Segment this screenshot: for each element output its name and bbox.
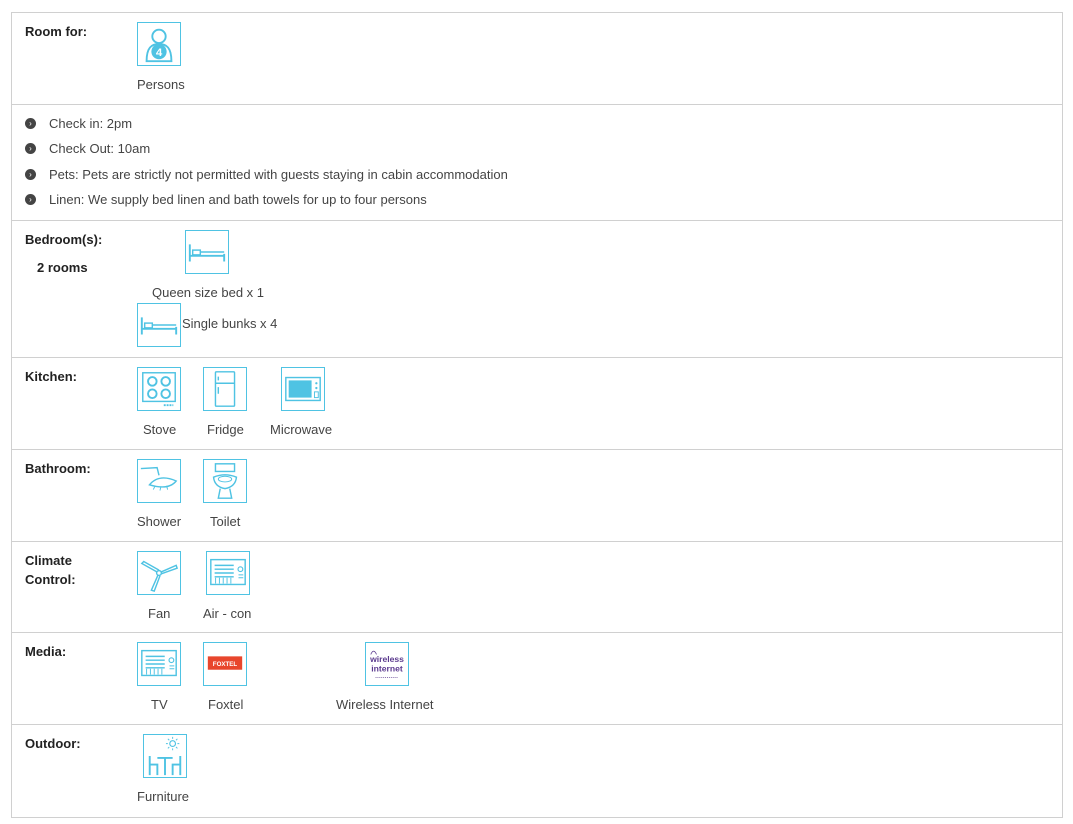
wireless-logo-line2: internet (371, 664, 403, 674)
fridge-caption: Fridge (207, 422, 244, 437)
room-for-label: Room for: (25, 24, 88, 39)
chevron-right-icon: › (25, 143, 36, 155)
climate-label-line2: Control: (25, 572, 76, 587)
person-icon: 4 (137, 22, 181, 66)
persons-caption: Persons (137, 77, 185, 92)
wireless-logo-line1: wireless (369, 654, 404, 664)
pets-text: Pets: Pets are strictly not permitted wi… (49, 167, 508, 182)
rooms-count: 2 rooms (37, 260, 88, 275)
bunk-bed-caption: Single bunks x 4 (182, 316, 278, 331)
microwave-caption: Microwave (270, 422, 333, 437)
bedrooms-label: Bedroom(s): (25, 232, 103, 247)
chevron-right-icon: › (25, 194, 36, 206)
person-count: 4 (156, 47, 163, 59)
stove-caption: Stove (143, 422, 177, 437)
toilet-icon (203, 459, 247, 503)
outdoor-row: Outdoor: Furniture (12, 725, 1062, 817)
furniture-caption: Furniture (137, 789, 190, 804)
fan-icon (137, 551, 181, 595)
bathroom-row: Bathroom: Shower Toilet (12, 450, 1062, 542)
kitchen-label: Kitchen: (25, 369, 77, 384)
media-label: Media: (25, 644, 67, 659)
amenities-table: Room for: 4 Persons › Check in: 2pm › Chec… (11, 12, 1063, 818)
outdoor-label: Outdoor: (25, 736, 81, 751)
list-item: › Pets: Pets are strictly not permitted w… (25, 166, 508, 184)
foxtel-logo-text: FOXTEL (213, 661, 238, 668)
shower-icon (137, 459, 181, 503)
outdoor-furniture-icon (143, 734, 187, 778)
microwave-icon (281, 367, 325, 411)
queen-bed-caption: Queen size bed x 1 (152, 285, 265, 300)
list-item: › Check Out: 10am (25, 140, 150, 158)
chevron-right-icon: › (25, 118, 36, 130)
queen-bed-icon (185, 230, 229, 274)
kitchen-row: Kitchen: Stove Fridge Microwave (12, 358, 1062, 450)
fan-caption: Fan (148, 606, 171, 621)
foxtel-caption: Foxtel (208, 697, 244, 712)
bedrooms-row: Bedroom(s): 2 rooms Queen size bed x 1 S… (12, 221, 1062, 358)
aircon-icon (206, 551, 250, 595)
stove-icon (137, 367, 181, 411)
bathroom-label: Bathroom: (25, 461, 91, 476)
foxtel-logo: FOXTEL (203, 642, 247, 686)
shower-caption: Shower (137, 514, 182, 529)
wireless-internet-logo: wireless internet (365, 642, 409, 686)
aircon-caption: Air - con (203, 606, 252, 621)
climate-label-line1: Climate (25, 553, 72, 568)
media-row: Media: TV FOXTEL Foxtel wireless interne… (12, 633, 1062, 725)
climate-label: Climate Control: (25, 551, 76, 589)
bunk-bed-icon (137, 303, 181, 347)
linen-text: Linen: We supply bed linen and bath towe… (49, 192, 427, 207)
list-item: › Check in: 2pm (25, 115, 132, 133)
list-item: › Linen: We supply bed linen and bath tow… (25, 191, 427, 209)
fridge-icon (203, 367, 247, 411)
chevron-right-icon: › (25, 169, 36, 181)
room-for-row: Room for: 4 Persons (12, 13, 1062, 105)
climate-row: Climate Control: Fan Air - con (12, 542, 1062, 633)
toilet-caption: Toilet (210, 514, 241, 529)
wireless-internet-caption: Wireless Internet (336, 697, 434, 712)
check-out-text: Check Out: 10am (49, 141, 151, 156)
tv-caption: TV (151, 697, 168, 712)
check-in-text: Check in: 2pm (49, 116, 133, 131)
info-row: › Check in: 2pm › Check Out: 10am › Pets: P… (12, 105, 1062, 221)
tv-icon (137, 642, 181, 686)
